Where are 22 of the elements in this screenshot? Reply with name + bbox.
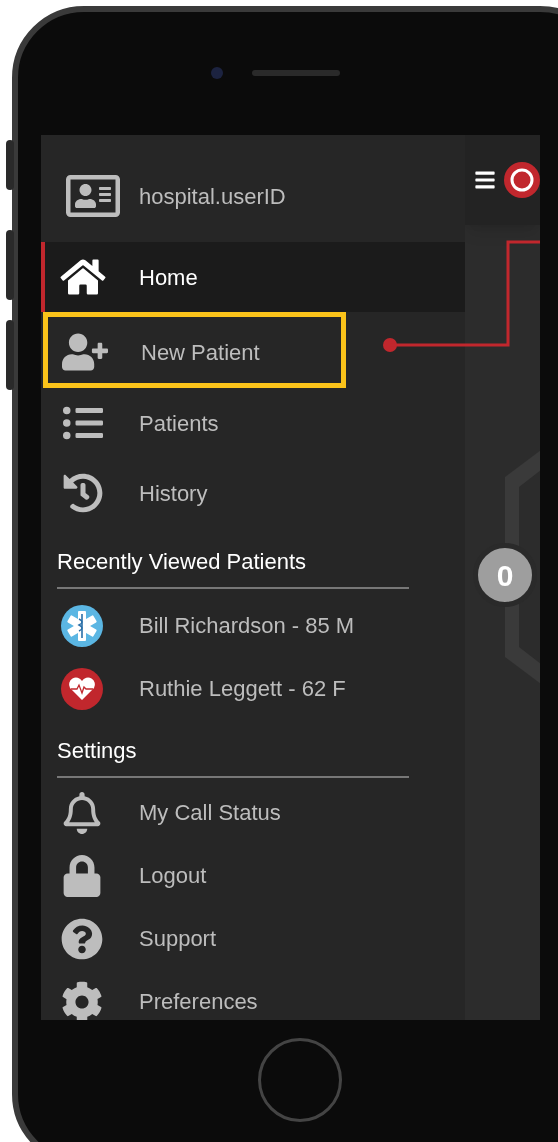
menu-item[interactable]: New Patient — [48, 317, 341, 387]
menu-item[interactable]: Patients — [41, 388, 465, 458]
bell-icon — [61, 791, 103, 834]
menu-item[interactable]: History — [41, 458, 465, 528]
user-id: hospital.userID — [139, 182, 286, 211]
menu-item[interactable]: Support — [41, 907, 465, 970]
app-logo[interactable] — [504, 162, 540, 198]
menu-item[interactable]: Logout — [41, 844, 465, 907]
menu-item[interactable]: Ruthie Leggett - 62 F — [41, 657, 465, 720]
menu-item[interactable]: My Call Status — [41, 781, 465, 844]
home-icon — [60, 257, 106, 297]
lock-icon — [61, 854, 103, 897]
star-of-life-icon — [61, 604, 103, 647]
menu-item[interactable]: Home — [41, 242, 465, 312]
menu-icon[interactable] — [474, 169, 496, 191]
menu-item[interactable]: Bill Richardson - 85 M — [41, 594, 465, 657]
add-user-icon — [62, 332, 108, 372]
section-heading: Settings — [57, 734, 409, 778]
menu-item[interactable]: Preferences — [41, 970, 465, 1020]
help-icon — [61, 917, 103, 960]
section-heading: Recently Viewed Patients — [57, 545, 409, 589]
settings-icon — [61, 980, 103, 1020]
